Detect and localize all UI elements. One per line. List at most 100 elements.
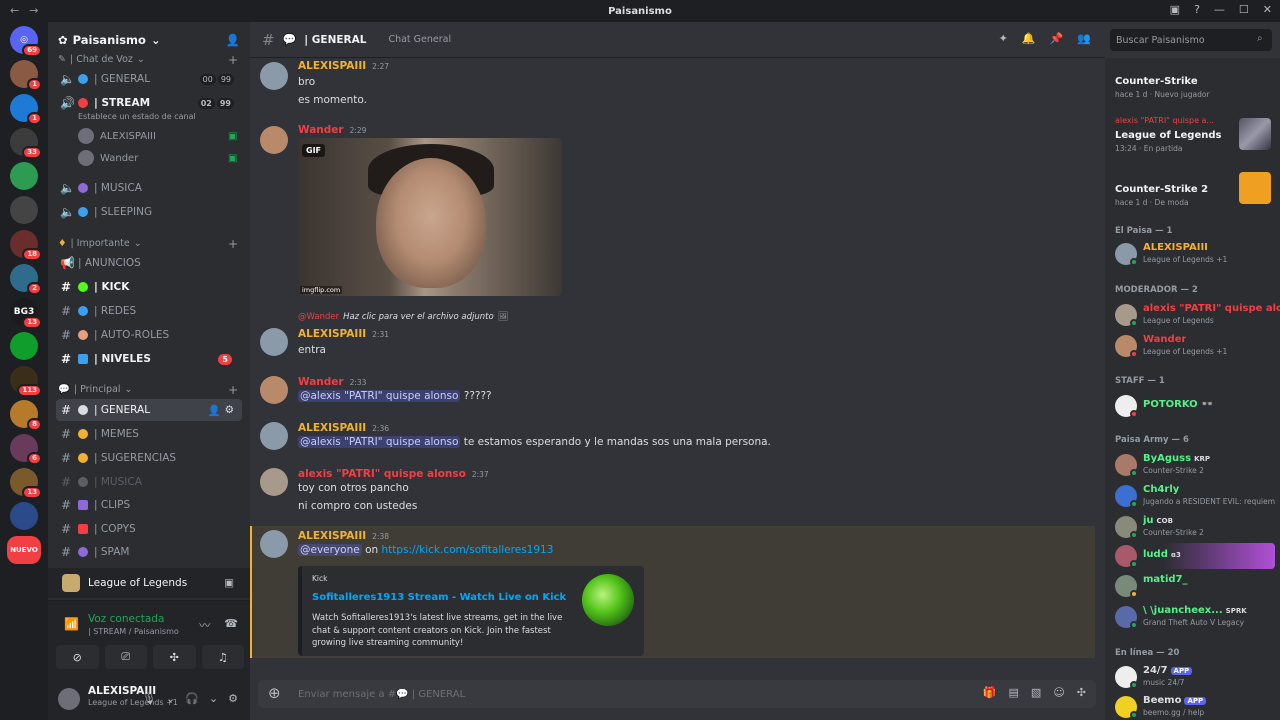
avatar[interactable] xyxy=(260,530,288,558)
user-mention[interactable]: @alexis "PATRI" quispe alonso xyxy=(298,390,461,402)
channel-kick[interactable]: # | KICK xyxy=(56,276,242,298)
microphone-icon[interactable]: 🎙 xyxy=(142,692,156,705)
inbox-icon[interactable]: ▣ xyxy=(1170,3,1180,16)
soundboard-button[interactable]: ♫ xyxy=(201,645,244,669)
reply-reference[interactable]: @Wander Haz clic para ver el archivo adj… xyxy=(298,312,509,322)
guild-header[interactable]: ✿ Paisanismo ⌄ 👤 xyxy=(48,22,250,58)
embed-title[interactable]: Sofitalleres1913 Stream - Watch Live on … xyxy=(312,592,566,603)
bell-icon[interactable]: 🔔 xyxy=(1022,32,1036,45)
member-item[interactable]: \ \juancheex... SPRK Grand Theft Auto V L… xyxy=(1115,604,1275,630)
message-link[interactable]: https://kick.com/sofitalleres1913 xyxy=(382,544,554,556)
help-icon[interactable]: ? xyxy=(1194,3,1200,16)
avatar[interactable] xyxy=(260,126,288,154)
invite-icon[interactable]: 👤 xyxy=(208,404,221,417)
add-channel-icon[interactable]: + xyxy=(228,383,238,397)
message-author[interactable]: ALEXISPAIII 2:38 xyxy=(298,530,389,542)
server-icon[interactable] xyxy=(10,502,38,530)
server-icon[interactable]: 13 xyxy=(10,468,42,499)
activity-bar[interactable]: League of Legends ▣ xyxy=(48,568,250,598)
avatar[interactable] xyxy=(58,688,80,710)
user-mention[interactable]: @alexis "PATRI" quispe alonso xyxy=(298,436,461,448)
channel-general[interactable]: # | GENERAL 👤 ⚙ xyxy=(56,399,242,421)
add-attachment-icon[interactable]: ⊕ xyxy=(268,684,281,702)
server-icon[interactable] xyxy=(10,196,38,224)
server-icon[interactable]: 113 xyxy=(10,366,42,397)
message-author[interactable]: Wander 2:33 xyxy=(298,376,366,388)
members-icon[interactable]: 👥 xyxy=(1077,32,1091,45)
member-item[interactable]: POTORKO 👓 xyxy=(1115,393,1275,419)
member-item[interactable]: ALEXISPAIII League of Legends +1 xyxy=(1115,241,1275,267)
pin-icon[interactable]: 📌 xyxy=(1050,32,1064,45)
everyone-mention[interactable]: @everyone xyxy=(298,544,362,556)
member-item[interactable]: ludd ɞ3 xyxy=(1115,543,1275,569)
server-icon[interactable] xyxy=(10,162,38,190)
channel-autoroles[interactable]: # | AUTO-ROLES xyxy=(56,324,242,346)
headphones-icon[interactable]: 🎧 xyxy=(185,692,199,705)
gif-icon[interactable]: ▤ xyxy=(1009,686,1019,699)
category-importante[interactable]: ♦ | Importante ⌄ + xyxy=(58,237,242,251)
channel-spam[interactable]: # | SPAM xyxy=(56,541,242,563)
back-arrow-icon[interactable]: ← xyxy=(10,4,19,17)
voice-channel-path[interactable]: | STREAM / Paisanismo xyxy=(88,627,179,636)
server-icon[interactable]: 8 xyxy=(10,400,42,431)
signal-icon[interactable]: 📶 xyxy=(64,617,79,631)
forward-arrow-icon[interactable]: → xyxy=(29,4,38,17)
member-item[interactable]: ju COB Counter-Strike 2 xyxy=(1115,514,1275,540)
message-input[interactable] xyxy=(298,686,898,702)
server-icon[interactable]: ◎ 69 xyxy=(10,26,42,57)
server-icon[interactable]: 2 xyxy=(10,264,42,295)
server-icon[interactable]: BG3 13 xyxy=(10,298,42,329)
message-author[interactable]: alexis "PATRI" quispe alonso 2:37 xyxy=(298,468,489,480)
gear-icon[interactable]: ⚙ xyxy=(225,404,234,417)
member-item[interactable]: 24/7 APP music 24/7 xyxy=(1115,664,1275,690)
avatar[interactable] xyxy=(260,62,288,90)
avatar[interactable] xyxy=(260,468,288,496)
member-item[interactable]: Beemo APP beemo.gg / help xyxy=(1115,694,1275,720)
gift-icon[interactable]: 🎁 xyxy=(983,686,997,699)
channel-memes[interactable]: # | MEMES xyxy=(56,423,242,445)
sticker-icon[interactable]: ▧ xyxy=(1031,686,1041,699)
category-principal[interactable]: 💬 | Principal ⌄ + xyxy=(58,383,242,397)
message-author[interactable]: ALEXISPAIII 2:27 xyxy=(298,60,389,72)
channel-musica[interactable]: # | MUSICA xyxy=(56,471,242,493)
server-icon[interactable]: 18 xyxy=(10,230,42,261)
member-item[interactable]: Ch4rly Jugando a RESIDENT EVIL: requiem xyxy=(1115,483,1275,509)
member-item[interactable]: alexis "PATRI" quispe alo... League of L… xyxy=(1115,302,1280,328)
apps-icon[interactable]: ✣ xyxy=(1077,686,1086,699)
activity-card[interactable]: alexis "PATRI" quispe a... League of Leg… xyxy=(1113,116,1273,156)
member-item[interactable]: Wander League of Legends +1 xyxy=(1115,333,1275,359)
gear-icon[interactable]: ⚙ xyxy=(228,692,238,705)
member-item[interactable]: ByAguss KRP Counter-Strike 2 xyxy=(1115,452,1275,478)
maximize-button[interactable]: ☐ xyxy=(1239,3,1249,16)
server-icon[interactable]: 6 xyxy=(10,434,42,465)
message-author[interactable]: Wander 2:29 xyxy=(298,124,366,136)
member-item[interactable]: matid7_ xyxy=(1115,573,1275,599)
server-icon[interactable]: 33 xyxy=(10,128,42,159)
close-button[interactable]: ✕ xyxy=(1263,3,1272,16)
channel-status-prompt[interactable]: Establece un estado de canal xyxy=(78,112,196,121)
channel-anuncios[interactable]: 📢 | ANUNCIOS xyxy=(56,252,242,274)
avatar[interactable] xyxy=(260,376,288,404)
voice-channel-general[interactable]: 🔈 | GENERAL 00 99 xyxy=(56,68,242,90)
add-channel-icon[interactable]: + xyxy=(228,237,238,251)
avatar[interactable] xyxy=(260,422,288,450)
embed-thumbnail[interactable] xyxy=(582,574,634,626)
chevron-down-icon[interactable]: ⌄ xyxy=(209,692,218,705)
activity-card[interactable]: Counter-Strike 2 hace 1 d · De moda xyxy=(1113,170,1273,210)
server-icon[interactable]: NUEVO xyxy=(7,536,41,564)
voice-connected-label[interactable]: Voz conectada xyxy=(88,613,164,625)
voice-channel-musica[interactable]: 🔈 | MUSICA xyxy=(56,177,242,199)
voice-user-wander[interactable]: Wander ▣ xyxy=(78,150,237,166)
avatar[interactable] xyxy=(260,328,288,356)
channel-niveles[interactable]: # | NIVELES 5 xyxy=(56,348,242,370)
voice-channel-stream[interactable]: 🔊 | STREAM 02 99 xyxy=(56,92,242,114)
search-input[interactable] xyxy=(1110,29,1272,51)
message-author[interactable]: ALEXISPAIII 2:36 xyxy=(298,422,389,434)
category-voz[interactable]: ✎ | Chat de Voz ⌄ + xyxy=(58,53,242,67)
voice-user-alexis[interactable]: ALEXISPAIII ▣ xyxy=(78,128,237,144)
disconnect-icon[interactable]: ☎ xyxy=(224,617,238,633)
channel-redes[interactable]: # | REDES xyxy=(56,300,242,322)
channel-sugerencias[interactable]: # | SUGERENCIAS xyxy=(56,447,242,469)
channel-clips[interactable]: # | CLIPS xyxy=(56,494,242,516)
server-icon[interactable] xyxy=(10,332,38,360)
